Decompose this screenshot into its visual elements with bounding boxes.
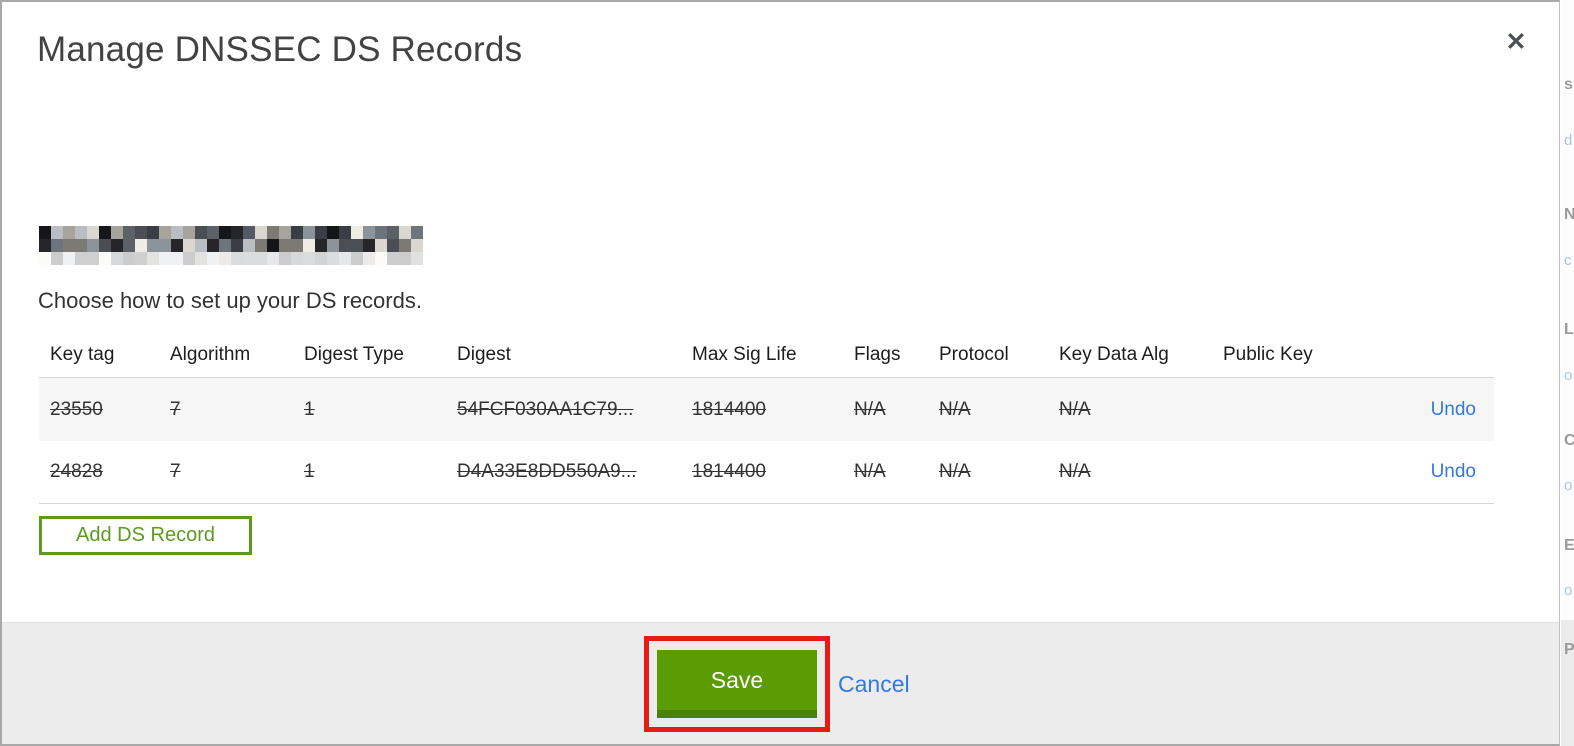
background-text-fragment: o	[1564, 582, 1573, 599]
background-footer-strip	[1561, 620, 1574, 746]
cell-digest: 54FCF030AA1C79...	[457, 398, 634, 420]
instruction-text: Choose how to set up your DS records.	[38, 288, 422, 313]
undo-link[interactable]: Undo	[1431, 461, 1476, 482]
background-text-fragment: o	[1564, 477, 1573, 494]
header-key-data-alg: Key Data Alg	[1059, 343, 1169, 365]
background-text-fragment: E	[1564, 537, 1574, 554]
table-row: 23550 7 1 54FCF030AA1C79... 1814400 N/A …	[39, 378, 1494, 441]
cell-flags: N/A	[854, 461, 886, 482]
header-key-tag: Key tag	[50, 343, 115, 365]
cell-algorithm: 7	[170, 461, 181, 482]
header-flags: Flags	[854, 343, 901, 365]
background-text-fragment: N	[1564, 206, 1574, 223]
cell-protocol: N/A	[939, 461, 971, 482]
cell-max-sig-life: 1814400	[692, 398, 766, 420]
close-icon[interactable]: ✕	[1500, 26, 1532, 58]
background-text-fragment: C	[1564, 432, 1574, 449]
header-algorithm: Algorithm	[170, 343, 251, 365]
ds-records-table: Key tag Algorithm Digest Type Digest Max…	[39, 332, 1494, 504]
table-row: 24828 7 1 D4A33E8DD550A9... 1814400 N/A …	[39, 441, 1494, 504]
background-page-strip: s d Nc Lo Co Eo P	[1561, 0, 1574, 746]
cell-algorithm: 7	[170, 398, 181, 420]
cell-max-sig-life: 1814400	[692, 461, 766, 482]
manage-dnssec-dialog: Manage DNSSEC DS Records ✕ Choose how to…	[0, 0, 1560, 746]
cell-digest-type: 1	[304, 461, 315, 482]
background-text-fragment: d	[1564, 132, 1573, 149]
header-public-key: Public Key	[1223, 343, 1313, 365]
background-text-fragment: o	[1564, 367, 1573, 384]
add-ds-record-button[interactable]: Add DS Record	[39, 516, 252, 555]
header-digest: Digest	[457, 343, 511, 365]
cell-key-tag: 23550	[50, 398, 103, 420]
background-text-fragment: s	[1564, 76, 1573, 93]
table-header-row: Key tag Algorithm Digest Type Digest Max…	[39, 332, 1494, 378]
cell-flags: N/A	[854, 398, 886, 420]
cancel-link[interactable]: Cancel	[838, 671, 910, 698]
cell-key-data-alg: N/A	[1059, 398, 1091, 420]
cell-protocol: N/A	[939, 398, 971, 420]
redacted-domain-name	[39, 226, 423, 268]
cell-digest: D4A33E8DD550A9...	[457, 461, 637, 482]
header-protocol: Protocol	[939, 343, 1009, 365]
cell-key-tag: 24828	[50, 461, 103, 482]
header-max-sig-life: Max Sig Life	[692, 343, 797, 365]
cell-digest-type: 1	[304, 398, 315, 420]
dialog-footer: Save Cancel	[2, 622, 1559, 744]
background-text-fragment: L	[1564, 321, 1574, 338]
background-text-fragment: c	[1564, 252, 1572, 269]
header-digest-type: Digest Type	[304, 343, 404, 365]
annotation-highlight-box: Save	[644, 636, 830, 732]
save-button[interactable]: Save	[657, 650, 817, 718]
page-title: Manage DNSSEC DS Records	[37, 30, 523, 69]
cell-key-data-alg: N/A	[1059, 461, 1091, 482]
background-text-fragment: P	[1564, 641, 1574, 658]
undo-link[interactable]: Undo	[1431, 399, 1476, 420]
